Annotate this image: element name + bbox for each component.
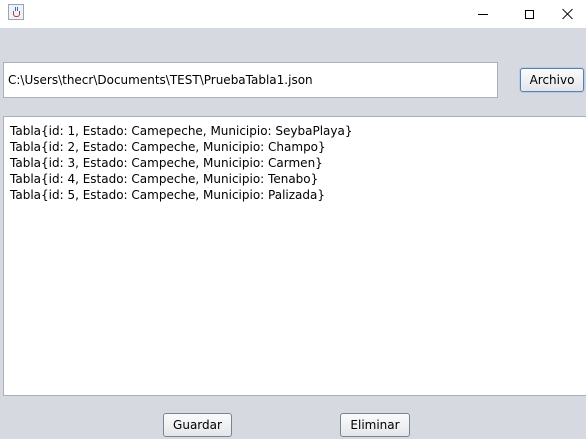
list-item: Tabla{id: 4, Estado: Campeche, Municipio…	[10, 172, 319, 186]
guardar-button-label: Guardar	[173, 418, 222, 432]
list-item: Tabla{id: 2, Estado: Campeche, Municipio…	[10, 140, 326, 154]
file-path-input[interactable]: C:\Users\thecr\Documents\TEST\PruebaTabl…	[3, 62, 498, 98]
eliminar-button[interactable]: Eliminar	[340, 413, 410, 437]
list-item: Tabla{id: 5, Estado: Campeche, Municipio…	[10, 188, 326, 202]
eliminar-button-label: Eliminar	[350, 418, 400, 432]
archivo-button[interactable]: Archivo	[520, 68, 584, 92]
file-path-value: C:\Users\thecr\Documents\TEST\PruebaTabl…	[8, 73, 313, 87]
list-item: Tabla{id: 1, Estado: Camepeche, Municipi…	[10, 124, 353, 138]
maximize-icon	[524, 9, 534, 19]
guardar-button[interactable]: Guardar	[163, 413, 232, 437]
archivo-button-label: Archivo	[529, 73, 575, 87]
records-text-area[interactable]: Tabla{id: 1, Estado: Camepeche, Municipi…	[3, 116, 586, 396]
close-icon	[562, 8, 574, 20]
java-app-icon	[8, 4, 24, 20]
list-item: Tabla{id: 3, Estado: Campeche, Municipio…	[10, 156, 323, 170]
maximize-button[interactable]	[506, 0, 552, 28]
minimize-icon	[478, 13, 488, 15]
title-bar	[0, 0, 586, 28]
minimize-button[interactable]	[460, 0, 506, 28]
close-button[interactable]	[550, 0, 586, 28]
